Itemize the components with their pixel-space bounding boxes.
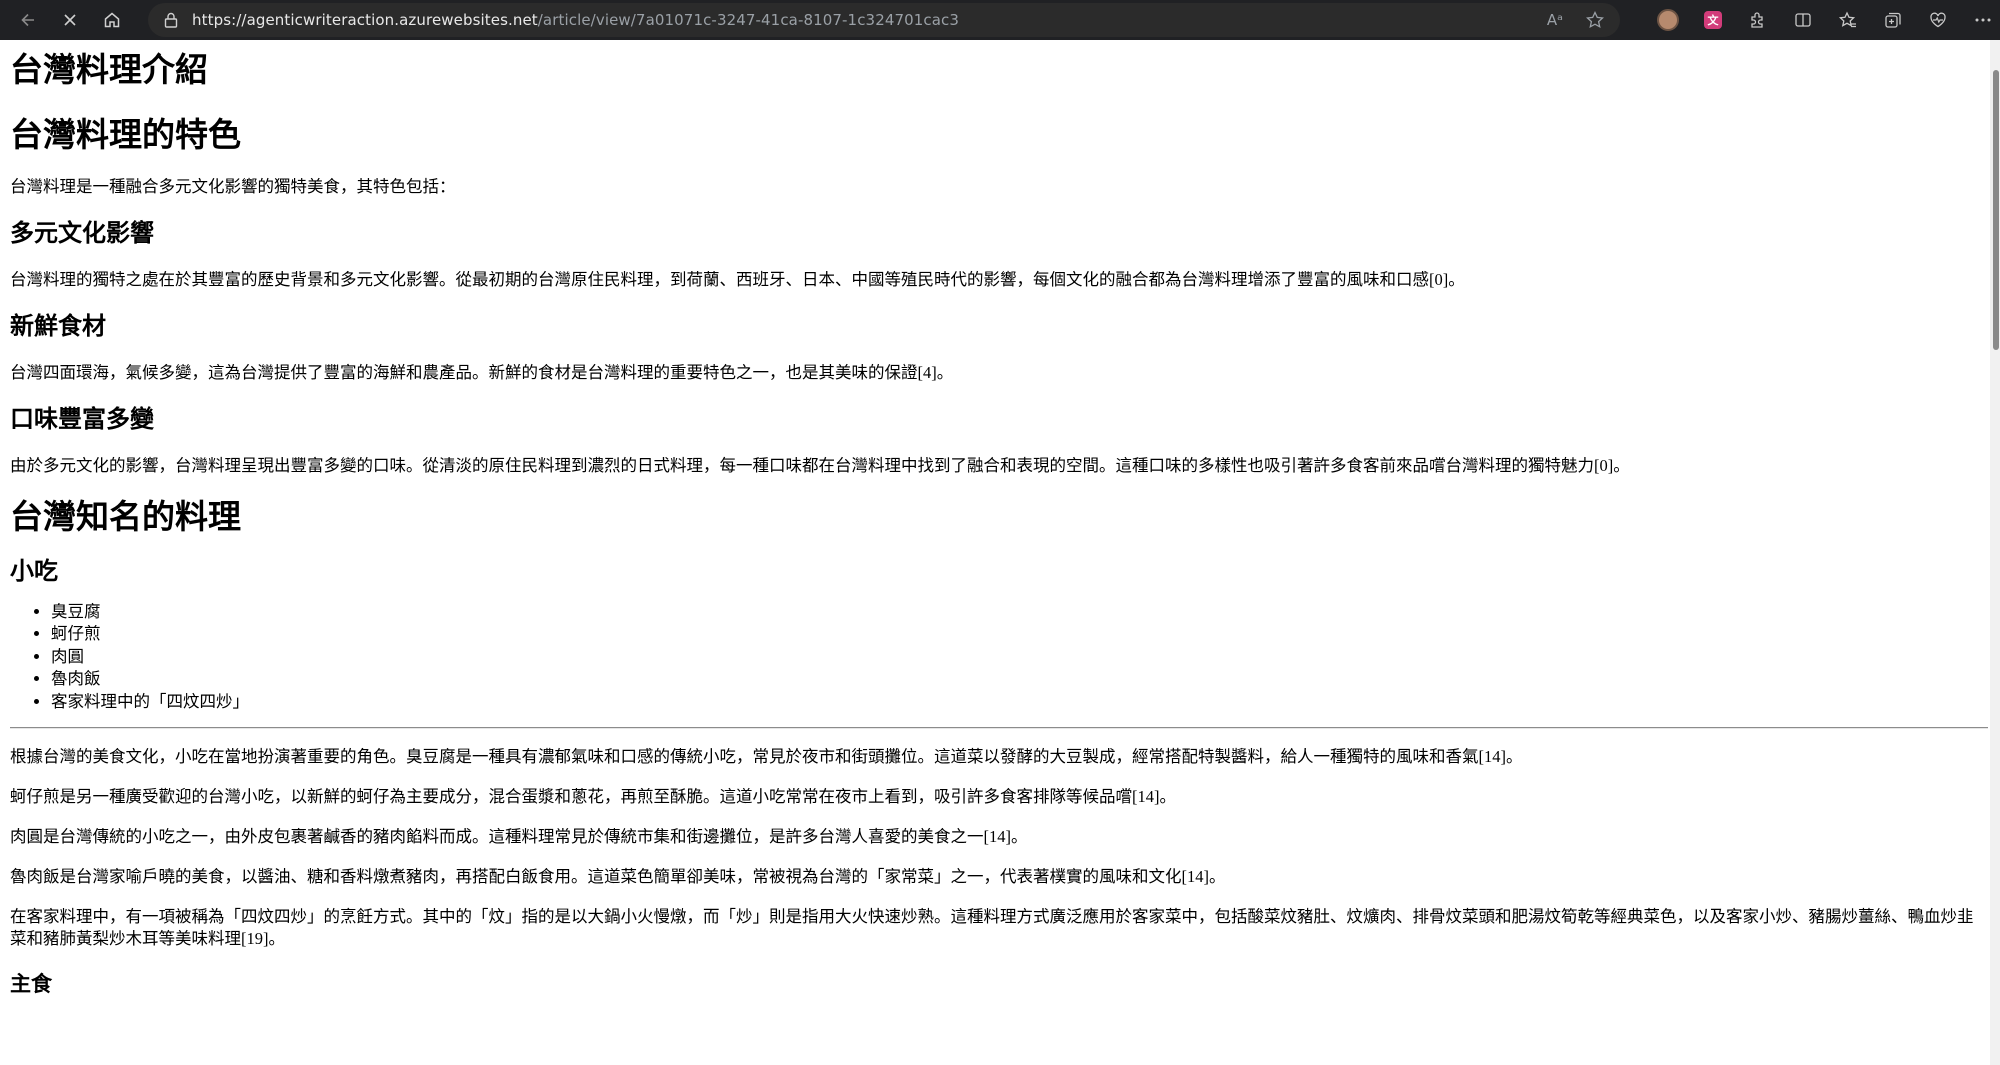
features-intro: 台灣料理是一種融合多元文化影響的獨特美食，其特色包括： bbox=[10, 177, 456, 197]
paragraph-hakka-cuisine: 在客家料理中，有一項被稱為「四炆四炒」的烹飪方式。其中的「炆」指的是以大鍋小火慢… bbox=[10, 907, 1974, 949]
page-scrollbar[interactable] bbox=[1990, 40, 2000, 1065]
collections-icon[interactable] bbox=[1880, 7, 1906, 33]
subheading-flavors: 口味豐富多變 bbox=[10, 405, 154, 433]
browser-toolbar: https://agenticwriteraction.azurewebsite… bbox=[0, 0, 2000, 40]
extension-icon[interactable]: 文 bbox=[1700, 7, 1726, 33]
subheading-fresh-ingredients: 新鮮食材 bbox=[10, 312, 106, 340]
paragraph-stinky-tofu: 根據台灣的美食文化，小吃在當地扮演著重要的角色。臭豆腐是一種具有濃郁氣味和口感的… bbox=[10, 747, 1523, 767]
section-heading-features: 台灣料理的特色 bbox=[10, 115, 241, 153]
divider bbox=[10, 727, 1988, 730]
split-screen-icon[interactable] bbox=[1790, 7, 1816, 33]
url-host: https://agenticwriteraction.azurewebsite… bbox=[192, 11, 538, 29]
page-title: 台灣料理介紹 bbox=[10, 51, 208, 88]
favorites-icon[interactable] bbox=[1835, 7, 1861, 33]
close-icon[interactable] bbox=[52, 2, 88, 38]
list-item: 蚵仔煎 bbox=[51, 623, 1980, 646]
browser-essentials-icon[interactable] bbox=[1925, 7, 1951, 33]
section-heading-famous-dishes: 台灣知名的料理 bbox=[10, 497, 241, 535]
list-item: 肉圓 bbox=[51, 646, 1980, 669]
subheading-snacks: 小吃 bbox=[10, 558, 58, 586]
paragraph-oyster-omelet: 蚵仔煎是另一種廣受歡迎的台灣小吃，以新鮮的蚵仔為主要成分，混合蛋漿和蔥花，再煎至… bbox=[10, 787, 1176, 807]
favorite-star-icon[interactable] bbox=[1584, 9, 1606, 31]
lock-icon[interactable] bbox=[162, 11, 180, 29]
paragraph-ba-wan: 肉圓是台灣傳統的小吃之一，由外皮包裹著鹹香的豬肉餡料而成。這種料理常見於傳統市集… bbox=[10, 827, 1028, 847]
scrollbar-thumb[interactable] bbox=[1993, 70, 1999, 350]
home-icon[interactable] bbox=[94, 2, 130, 38]
paragraph-fresh-ingredients: 台灣四面環海，氣候多變，這為台灣提供了豐富的海鮮和農產品。新鮮的食材是台灣料理的… bbox=[10, 362, 954, 382]
paragraph-flavors: 由於多元文化的影響，台灣料理呈現出豐富多變的口味。從清淡的原住民料理到濃烈的日式… bbox=[10, 455, 1630, 475]
read-aloud-icon[interactable]: Aᵃ bbox=[1544, 9, 1566, 31]
back-icon[interactable] bbox=[10, 2, 46, 38]
paragraph-multicultural: 台灣料理的獨特之處在於其豐富的歷史背景和多元文化影響。從最初期的台灣原住民料理，… bbox=[10, 269, 1465, 289]
paragraph-braised-pork-rice: 魯肉飯是台灣家喻戶曉的美食，以醬油、糖和香料燉煮豬肉，再搭配白飯食用。這道菜色簡… bbox=[10, 867, 1226, 887]
subheading-staple-food: 主食 bbox=[10, 973, 52, 997]
url-text[interactable]: https://agenticwriteraction.azurewebsite… bbox=[192, 11, 959, 29]
extensions-puzzle-icon[interactable] bbox=[1745, 7, 1771, 33]
more-menu-icon[interactable] bbox=[1970, 7, 1996, 33]
article-page: 台灣料理介紹 台灣料理的特色 台灣料理是一種融合多元文化影響的獨特美食，其特色包… bbox=[0, 40, 1990, 1065]
snacks-list: 臭豆腐 蚵仔煎 肉圓 魯肉飯 客家料理中的「四炆四炒」 bbox=[10, 601, 1980, 714]
list-item: 臭豆腐 bbox=[51, 601, 1980, 624]
list-item: 客家料理中的「四炆四炒」 bbox=[51, 691, 1980, 714]
url-path: /article/view/7a01071c-3247-41ca-8107-1c… bbox=[537, 11, 960, 29]
subheading-multicultural: 多元文化影響 bbox=[10, 220, 154, 248]
profile-avatar-icon[interactable] bbox=[1655, 7, 1681, 33]
list-item: 魯肉飯 bbox=[51, 668, 1980, 691]
address-bar[interactable]: https://agenticwriteraction.azurewebsite… bbox=[148, 3, 1620, 37]
